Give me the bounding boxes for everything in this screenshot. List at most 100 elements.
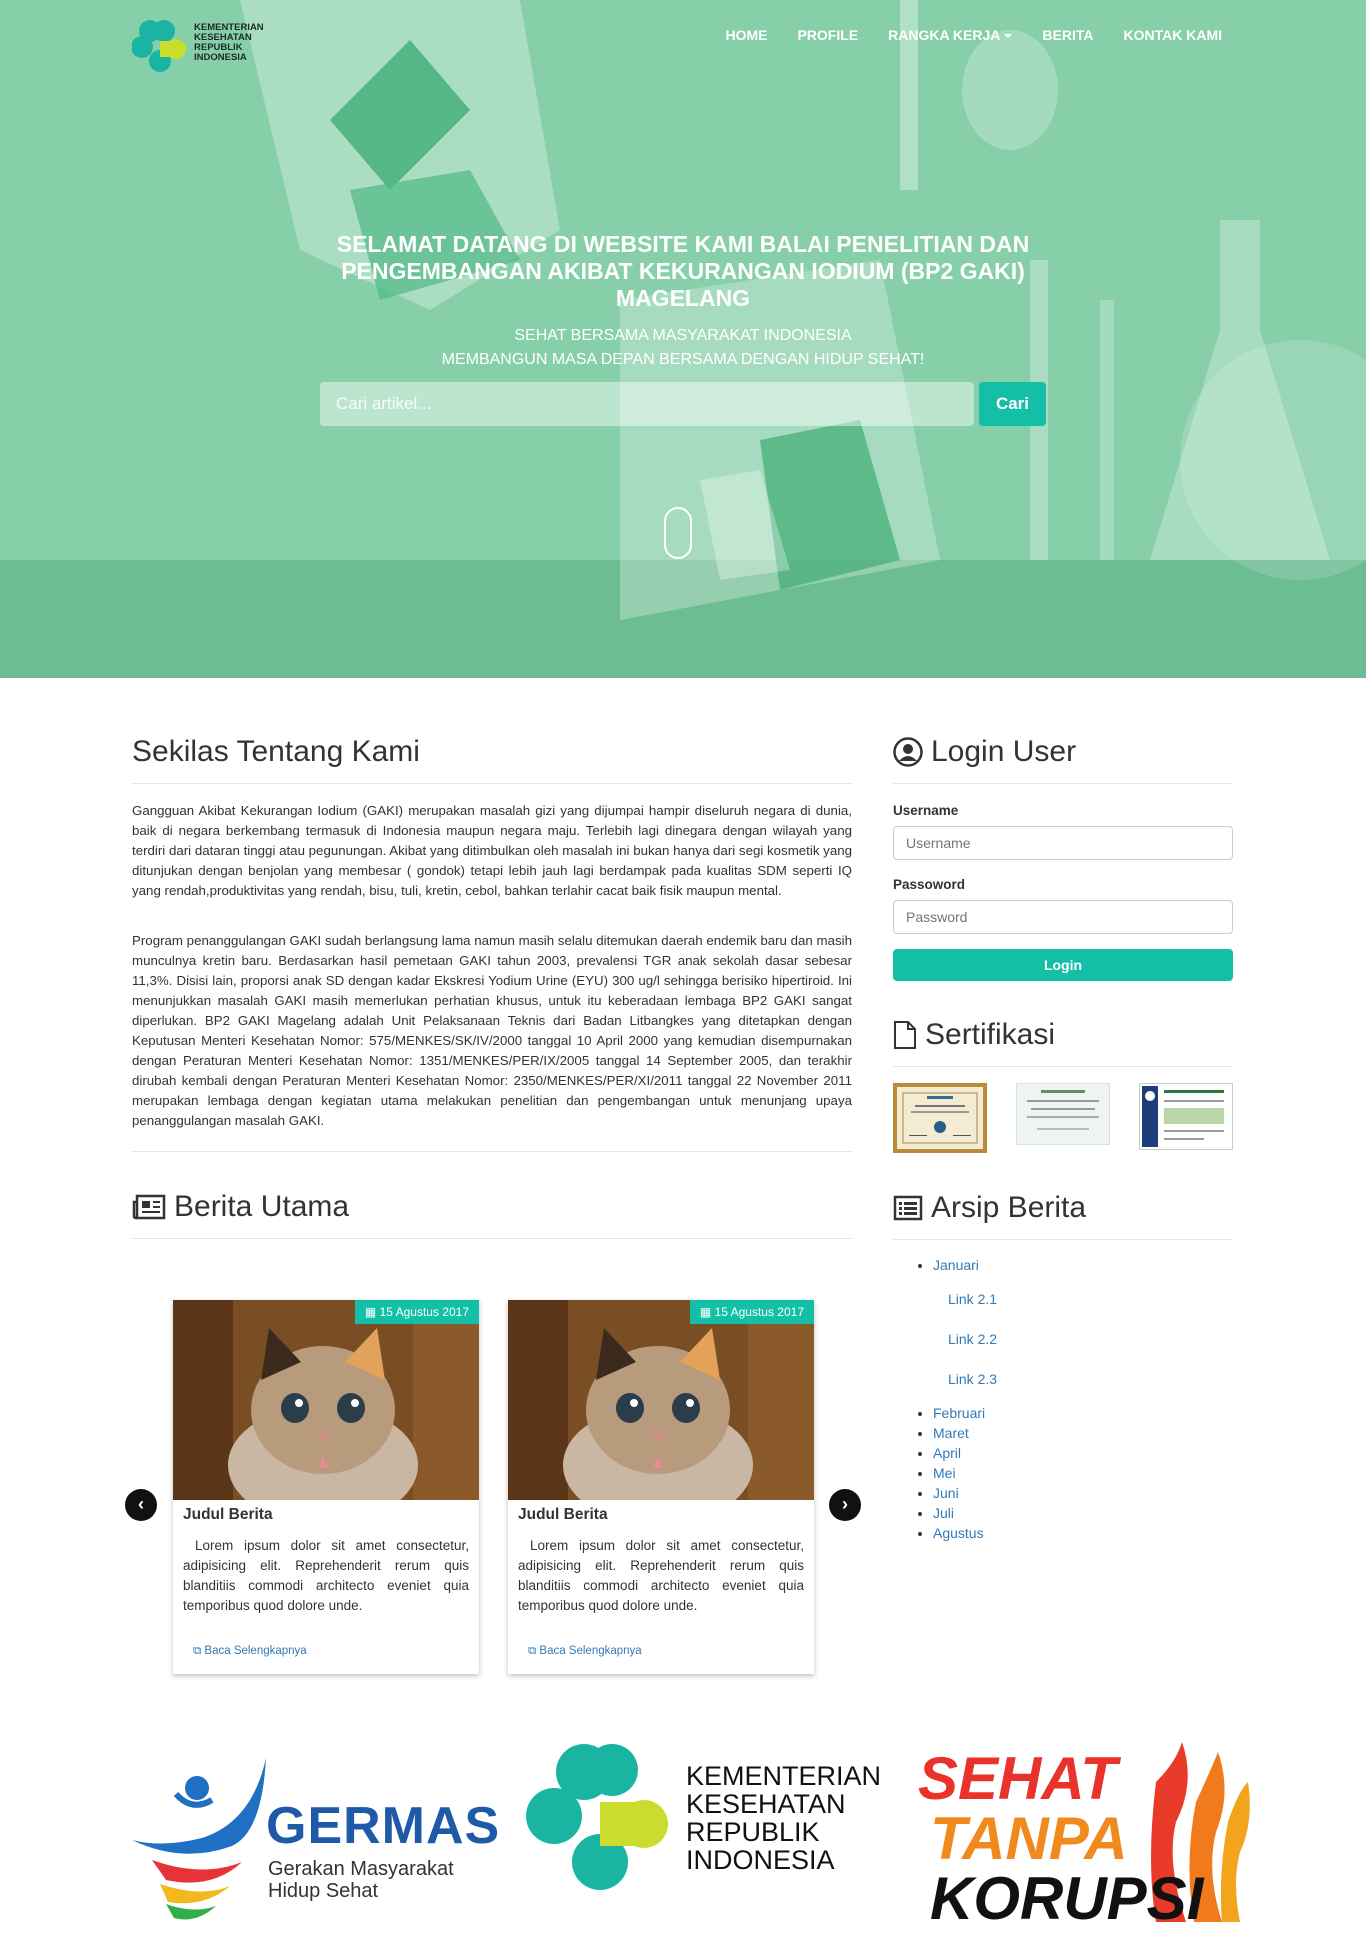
- arsip-month-link[interactable]: Februari: [933, 1405, 985, 1421]
- about-heading-text: Sekilas Tentang Kami: [132, 735, 420, 768]
- arsip-month[interactable]: April: [933, 1443, 1012, 1463]
- read-more-label: Baca Selengkapnya: [539, 1645, 642, 1657]
- sehat-tanpa-korupsi-logo[interactable]: SEHAT TANPA KORUPSI: [918, 1742, 1258, 1932]
- arsip-month[interactable]: Juli: [933, 1503, 1012, 1523]
- read-more-link[interactable]: ⧉ Baca Selengkapnya: [528, 1645, 642, 1658]
- arsip-sub-item[interactable]: Link 2.2: [933, 1319, 1012, 1359]
- arsip-month[interactable]: Juni: [933, 1483, 1012, 1503]
- news-title[interactable]: Judul Berita: [183, 1506, 273, 1524]
- germas-logo[interactable]: GERMAS Gerakan Masyarakat Hidup Sehat: [132, 1752, 499, 1920]
- arsip-month[interactable]: Februari: [933, 1403, 1012, 1423]
- nav-rangka-kerja[interactable]: RANGKA KERJA: [873, 27, 1027, 43]
- kemenkes-footer-logo[interactable]: KEMENTERIAN KESEHATAN REPUBLIK INDONESIA: [524, 1742, 881, 1912]
- arsip-month-link[interactable]: April: [933, 1445, 961, 1461]
- carousel-next-button[interactable]: ›: [829, 1489, 861, 1521]
- newspaper-icon: [132, 1194, 166, 1220]
- login-heading-text: Login User: [931, 735, 1077, 768]
- germas-title: GERMAS: [266, 1797, 501, 1855]
- arsip-month-link[interactable]: Juni: [933, 1485, 959, 1501]
- hero-title: SELAMAT DATANG DI WEBSITE KAMI BALAI PEN…: [336, 231, 1030, 311]
- arsip-sub-item[interactable]: Link 2.1: [933, 1279, 1012, 1319]
- password-field[interactable]: [893, 900, 1233, 934]
- arsip-heading-text: Arsip Berita: [931, 1191, 1087, 1224]
- germas-logo-icon: [132, 1758, 266, 1920]
- certificate-2[interactable]: [1016, 1083, 1110, 1145]
- arsip-sub-link[interactable]: Link 2.1: [948, 1291, 997, 1307]
- scroll-mouse-icon[interactable]: [664, 507, 692, 559]
- search-input[interactable]: [320, 382, 974, 426]
- kemenkes-logo[interactable]: KEMENTERIAN KESEHATAN REPUBLIK INDONESIA: [132, 17, 272, 75]
- news-date-badge: ▦ 15 Agustus 2017: [354, 1300, 479, 1324]
- berita-heading-text: Berita Utama: [174, 1190, 350, 1223]
- nav-berita[interactable]: BERITA: [1027, 27, 1108, 43]
- about-paragraph-1: Gangguan Akibat Kekurangan Iodium (GAKI)…: [132, 803, 852, 898]
- news-title[interactable]: Judul Berita: [518, 1506, 608, 1524]
- search-button[interactable]: Cari: [979, 382, 1046, 426]
- news-date-badge: ▦ 15 Agustus 2017: [689, 1300, 814, 1324]
- arsip-sub-item[interactable]: Link 2.3: [933, 1359, 1012, 1399]
- arsip-month[interactable]: Mei: [933, 1463, 1012, 1483]
- stk-line-3: KORUPSI: [930, 1865, 1204, 1932]
- read-more-label: Baca Selengkapnya: [204, 1645, 307, 1657]
- login-heading: Login User: [893, 735, 1233, 784]
- sertifikasi-heading-text: Sertifikasi: [925, 1018, 1056, 1051]
- nav-rangka-kerja-label: RANGKA KERJA: [888, 27, 1001, 43]
- external-link-icon: ⧉: [193, 1645, 205, 1657]
- certificate-3[interactable]: [1139, 1083, 1233, 1150]
- arsip-month[interactable]: Agustus: [933, 1523, 1012, 1543]
- arsip-heading: Arsip Berita: [893, 1191, 1233, 1240]
- news-card[interactable]: ▦ 15 Agustus 2017 Judul Berita Lorem ips…: [508, 1300, 814, 1674]
- arsip-sub-link[interactable]: Link 2.3: [948, 1371, 997, 1387]
- nav-home[interactable]: HOME: [710, 27, 782, 43]
- news-date: 15 Agustus 2017: [379, 1305, 469, 1319]
- news-body: Lorem ipsum dolor sit amet consectetur, …: [518, 1538, 804, 1613]
- password-label: Passoword: [893, 877, 966, 892]
- arsip-sub-link[interactable]: Link 2.2: [948, 1331, 997, 1347]
- berita-heading: Berita Utama: [132, 1190, 852, 1239]
- news-date: 15 Agustus 2017: [714, 1305, 804, 1319]
- news-body: Lorem ipsum dolor sit amet consectetur, …: [183, 1538, 469, 1613]
- certificate-1[interactable]: [893, 1083, 987, 1153]
- arsip-list: Januari Link 2.1 Link 2.2 Link 2.3 Febru…: [893, 1255, 1012, 1543]
- arsip-sublist: Link 2.1 Link 2.2 Link 2.3: [933, 1279, 1012, 1399]
- arsip-month-link[interactable]: Juli: [933, 1505, 954, 1521]
- external-link-icon: ⧉: [528, 1645, 540, 1657]
- kemenkes-line-2: KESEHATAN: [686, 1789, 846, 1819]
- about-paragraph-2: Program penanggulangan GAKI sudah berlan…: [132, 933, 852, 1128]
- arsip-month[interactable]: Januari Link 2.1 Link 2.2 Link 2.3: [933, 1255, 1012, 1399]
- kitten-image: [508, 1300, 814, 1500]
- username-field[interactable]: [893, 826, 1233, 860]
- caret-down-icon: [1004, 34, 1013, 39]
- kemenkes-footer-logo-icon: [526, 1744, 668, 1890]
- certificate-2-image: [1027, 1090, 1099, 1130]
- nav-profile[interactable]: PROFILE: [782, 27, 873, 43]
- carousel-prev-button[interactable]: ‹: [125, 1489, 157, 1521]
- kemenkes-line-4: INDONESIA: [686, 1845, 835, 1875]
- news-card-image: [173, 1300, 479, 1500]
- read-more-link[interactable]: ⧉ Baca Selengkapnya: [193, 1645, 307, 1658]
- stk-line-1: SEHAT: [918, 1745, 1117, 1812]
- news-card[interactable]: ▦ 15 Agustus 2017 Judul Berita Lorem ips…: [173, 1300, 479, 1674]
- kemenkes-line-3: REPUBLIK: [686, 1817, 820, 1847]
- file-icon: [894, 1021, 916, 1049]
- arsip-month-link[interactable]: Agustus: [933, 1525, 984, 1541]
- kitten-image: [173, 1300, 479, 1500]
- arsip-month-link[interactable]: Januari: [933, 1257, 979, 1273]
- certificate-1-image: [902, 1092, 978, 1144]
- main-nav: HOME PROFILE RANGKA KERJA BERITA KONTAK …: [710, 27, 1237, 43]
- nav-kontak-kami[interactable]: KONTAK KAMI: [1108, 27, 1237, 43]
- hero-subtitle-line-1: SEHAT BERSAMA MASYARAKAT INDONESIA: [514, 327, 852, 344]
- stk-line-2: TANPA: [930, 1805, 1128, 1872]
- calendar-icon: ▦: [699, 1305, 715, 1319]
- arsip-month-link[interactable]: Mei: [933, 1465, 956, 1481]
- login-button[interactable]: Login: [893, 949, 1233, 981]
- germas-subtitle-2: Hidup Sehat: [268, 1880, 379, 1902]
- list-alt-icon: [893, 1195, 923, 1221]
- germas-subtitle-1: Gerakan Masyarakat: [268, 1858, 454, 1880]
- calendar-icon: ▦: [364, 1305, 380, 1319]
- arsip-month-link[interactable]: Maret: [933, 1425, 969, 1441]
- sertifikasi-heading: Sertifikasi: [893, 1018, 1233, 1067]
- username-label: Username: [893, 803, 959, 818]
- kemenkes-logo-icon: [132, 20, 186, 72]
- arsip-month[interactable]: Maret: [933, 1423, 1012, 1443]
